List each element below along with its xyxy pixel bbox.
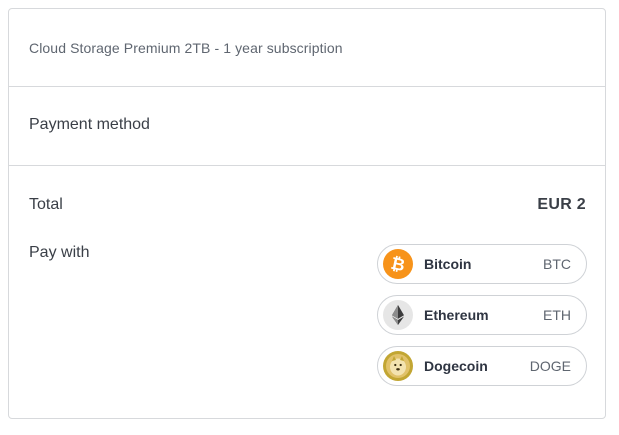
coin-list: ₿ Bitcoin BTC Ethereum ETH Dogecoin DOGE bbox=[377, 244, 587, 397]
coin-name: Bitcoin bbox=[424, 256, 472, 272]
payment-method-section: Payment method bbox=[9, 87, 605, 166]
ethereum-icon bbox=[383, 300, 413, 330]
coin-code: BTC bbox=[543, 256, 571, 272]
dogecoin-icon bbox=[383, 351, 413, 381]
coin-name: Ethereum bbox=[424, 307, 489, 323]
total-section: Total EUR 2 Pay with ₿ Bitcoin BTC Ether… bbox=[9, 166, 605, 420]
product-section: Cloud Storage Premium 2TB - 1 year subsc… bbox=[9, 9, 605, 87]
bitcoin-icon: ₿ bbox=[383, 249, 413, 279]
pay-with-label: Pay with bbox=[29, 244, 90, 261]
checkout-card: Cloud Storage Premium 2TB - 1 year subsc… bbox=[8, 8, 606, 419]
coin-option-bitcoin[interactable]: ₿ Bitcoin BTC bbox=[377, 244, 587, 284]
coin-option-ethereum[interactable]: Ethereum ETH bbox=[377, 295, 587, 335]
coin-name: Dogecoin bbox=[424, 358, 488, 374]
total-label: Total bbox=[29, 196, 63, 213]
total-value: EUR 2 bbox=[537, 196, 586, 213]
payment-method-title: Payment method bbox=[29, 116, 150, 133]
product-name: Cloud Storage Premium 2TB - 1 year subsc… bbox=[29, 40, 343, 56]
coin-code: ETH bbox=[543, 307, 571, 323]
coin-option-dogecoin[interactable]: Dogecoin DOGE bbox=[377, 346, 587, 386]
coin-code: DOGE bbox=[529, 358, 571, 374]
